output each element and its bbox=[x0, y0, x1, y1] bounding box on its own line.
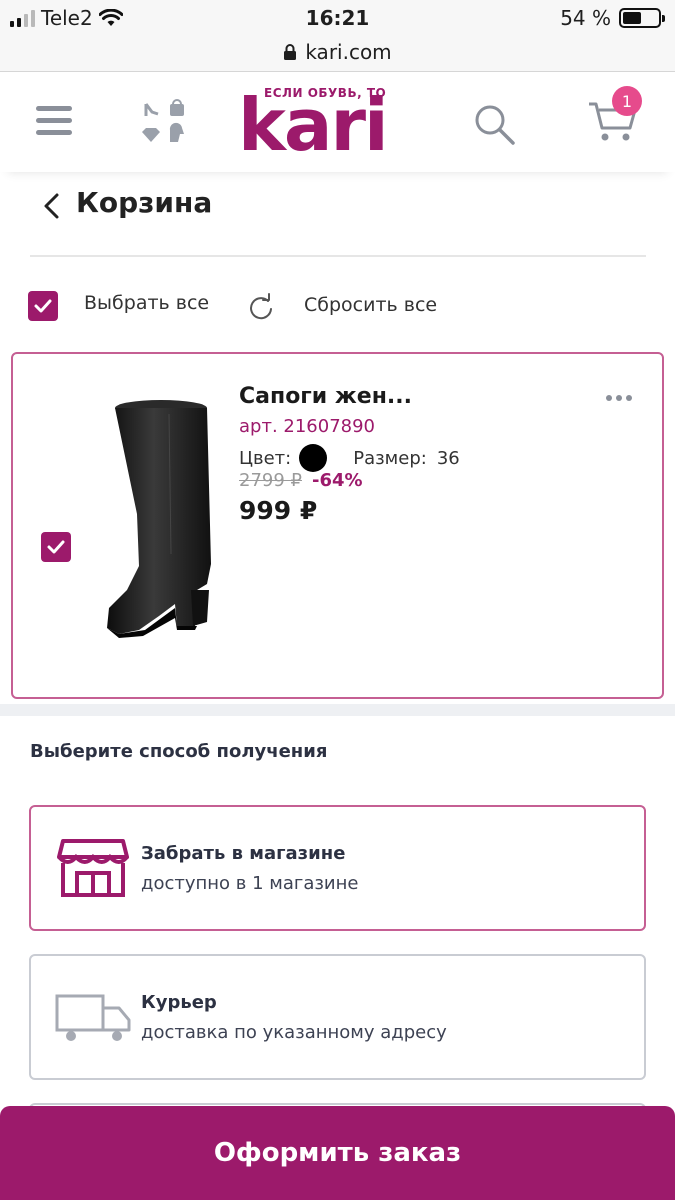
select-all-label[interactable]: Выбрать все bbox=[84, 292, 209, 314]
pickup-option[interactable]: Забрать в магазине доступно в 1 магазине bbox=[29, 805, 646, 931]
checkout-button[interactable]: Оформить заказ bbox=[0, 1106, 675, 1200]
reset-all-button[interactable]: Сбросить все bbox=[304, 294, 437, 316]
address-bar[interactable]: kari.com bbox=[0, 32, 675, 72]
product-image[interactable] bbox=[99, 394, 229, 654]
lock-icon bbox=[284, 43, 297, 60]
divider bbox=[30, 255, 646, 257]
section-separator bbox=[0, 704, 675, 716]
item-checkbox[interactable] bbox=[41, 532, 71, 562]
current-price: 999 ₽ bbox=[239, 496, 318, 525]
size-label: Размер: bbox=[353, 447, 427, 469]
reset-icon[interactable] bbox=[246, 292, 276, 322]
search-icon[interactable] bbox=[472, 102, 516, 146]
battery-info: 54 % bbox=[560, 6, 665, 30]
courier-subtitle: доставка по указанному адресу bbox=[141, 1022, 447, 1043]
courier-option[interactable]: Курьер доставка по указанному адресу bbox=[29, 954, 646, 1080]
store-icon bbox=[57, 839, 129, 897]
truck-icon bbox=[55, 994, 131, 1041]
checkmark-icon bbox=[34, 299, 52, 313]
checkmark-icon bbox=[47, 540, 65, 554]
delivery-section-title: Выберите способ получения bbox=[30, 741, 328, 762]
pickup-title: Забрать в магазине bbox=[141, 843, 346, 864]
site-header: kari ЕСЛИ ОБУВЬ, ТО bbox=[0, 72, 675, 172]
kari-logo[interactable]: kari ЕСЛИ ОБУВЬ, ТО bbox=[238, 82, 418, 164]
page-title: Корзина bbox=[76, 186, 213, 219]
logo-tagline: ЕСЛИ ОБУВЬ, ТО bbox=[264, 86, 387, 100]
product-article: арт. 21607890 bbox=[239, 416, 376, 437]
categories-icon[interactable] bbox=[140, 98, 190, 146]
cart-item-card[interactable]: Сапоги жен... арт. 21607890 Цвет: Размер… bbox=[11, 352, 664, 699]
select-all-checkbox[interactable] bbox=[28, 291, 58, 321]
back-arrow-icon[interactable] bbox=[40, 192, 64, 220]
battery-icon bbox=[619, 8, 665, 28]
courier-title: Курьер bbox=[141, 992, 217, 1013]
more-options-icon[interactable] bbox=[606, 390, 636, 406]
pickup-subtitle: доступно в 1 магазине bbox=[141, 873, 359, 894]
menu-icon[interactable] bbox=[36, 106, 72, 138]
url-text: kari.com bbox=[305, 39, 392, 64]
old-price: 2799 ₽ bbox=[239, 470, 302, 491]
product-attributes: Цвет: Размер: 36 bbox=[239, 444, 460, 472]
discount-badge: -64% bbox=[311, 470, 363, 491]
color-label: Цвет: bbox=[239, 447, 292, 469]
color-swatch bbox=[299, 444, 328, 472]
size-value: 36 bbox=[436, 447, 460, 469]
price-info: 2799 ₽ -64% bbox=[239, 470, 363, 491]
cart-count-badge[interactable]: 1 bbox=[612, 86, 642, 116]
battery-percent: 54 % bbox=[560, 6, 611, 30]
product-name[interactable]: Сапоги жен... bbox=[239, 384, 412, 409]
